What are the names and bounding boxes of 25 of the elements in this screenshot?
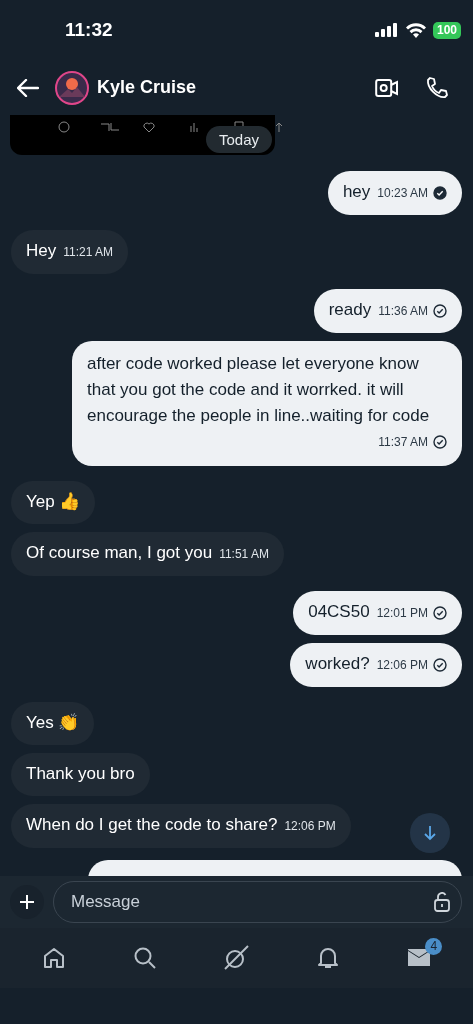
message-text: Of course man, I got you: [26, 542, 213, 564]
message-text: Yep 👍: [26, 491, 81, 513]
message-time: 10:23 AM: [377, 185, 428, 202]
message-time: 11:51 AM: [219, 546, 269, 563]
contact-name[interactable]: Kyle Cruise: [97, 77, 197, 98]
message-time: 12:06 PM: [376, 657, 428, 674]
message-text: hey: [342, 181, 371, 203]
message-text: worked?: [305, 653, 370, 675]
message-time: 12:01 PM: [376, 605, 428, 622]
message-text: after code worked please let everyone know that you got the code and it worrked. it will encourage the people in line..waiting for code: [87, 353, 431, 427]
message-text: Yes 👏: [26, 712, 80, 734]
message-text: 04CS50: [308, 601, 370, 623]
date-badge: Today: [205, 126, 272, 153]
battery-level: 100: [432, 21, 461, 39]
status-time: 11:32: [65, 19, 113, 41]
message-text: Thank you bro: [26, 763, 135, 785]
message-time: 11:21 AM: [63, 244, 114, 261]
message-text: Hey: [26, 240, 57, 262]
message-time: 12:06 PM: [284, 818, 336, 835]
message-text: ready: [328, 299, 372, 321]
unread-badge: 4: [425, 938, 443, 955]
message-time: 11:37 AM: [378, 434, 428, 451]
message-time: 11:36 AM: [378, 303, 428, 320]
message-field[interactable]: Message: [53, 881, 462, 923]
message-text: When do I get the code to share?: [26, 814, 278, 836]
